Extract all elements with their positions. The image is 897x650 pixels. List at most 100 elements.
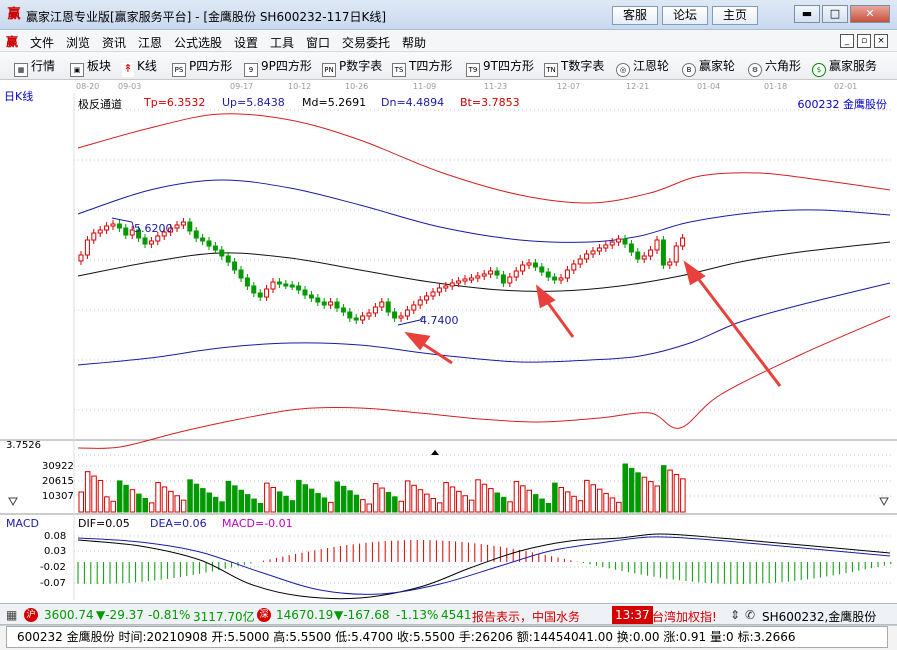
menu-gann[interactable]: 江恩 [138,34,162,51]
candle-body [520,264,526,272]
sh-index-percent: -0.81% [148,608,191,622]
menu-window[interactable]: 窗口 [306,34,330,51]
candle-body [564,269,570,279]
menu-settings[interactable]: 设置 [234,34,258,51]
candle-body [379,301,385,308]
indicator-md: Md=5.2691 [302,96,367,109]
sh-index-amount: 3117.70亿 [193,610,255,624]
toolbar-p-number-button[interactable]: PN P数字表 [322,58,382,77]
candle-body [430,291,436,297]
volume-bar [187,479,193,513]
volume-bar [84,471,91,513]
chart-area[interactable] [0,81,897,603]
volume-bar [667,469,673,513]
candle-body [187,221,193,232]
toolbar-t-number-button[interactable]: TN T数字表 [544,58,604,77]
volume-bar [296,479,302,513]
arrow-2-head [535,284,556,309]
volume-bar [283,495,289,513]
candle-body [251,285,257,294]
menu-trade[interactable]: 交易委托 [342,34,390,51]
toolbar-sector-button[interactable]: ▣ 板块 [70,58,111,77]
toolbar-quotes-button[interactable]: ▦ 行情 [14,58,55,77]
candle-body [104,225,110,231]
toolbar-9t-square-button[interactable]: T9 9T四方形 [466,58,534,77]
candle-body [654,239,660,251]
menu-file[interactable]: 文件 [30,34,54,51]
volume-bar [488,488,494,513]
volume-bar [366,503,372,513]
homepage-button[interactable]: 主页 [712,6,758,25]
volume-bar [680,478,686,513]
volume-bar [596,488,603,513]
candle-body [232,261,238,271]
volume-top-value: 3.7526 [6,440,41,451]
close-button[interactable]: ✕ [850,5,890,23]
volume-bar [622,463,628,513]
sz-index-amount: 4541.4 [441,608,471,622]
menu-help[interactable]: 帮助 [402,34,426,51]
volume-bar [193,483,200,513]
scroll-arrows-icon[interactable]: ⇕ [730,608,740,622]
date-tick: 12-21 [626,82,650,91]
hexagon-icon: ⚙ [748,63,762,77]
kline-chart[interactable] [0,81,897,603]
candle-body [404,309,410,317]
menu-browse[interactable]: 浏览 [66,34,90,51]
volume-bar [78,491,84,513]
date-tick: 11-23 [484,82,508,91]
candle-body [660,239,666,266]
candle-body [315,297,321,303]
candle-body [84,239,90,256]
volume-bar [347,490,353,513]
mdi-minimize-button[interactable]: _ [840,34,854,48]
candle-body [353,317,359,321]
volume-bar [577,500,584,513]
menu-news[interactable]: 资讯 [102,34,126,51]
candle-body [308,294,314,299]
contact-icon[interactable]: ✆ [745,608,755,622]
macd-tick: 0.03 [44,546,67,557]
mdi-restore-button[interactable]: ▫ [857,34,871,48]
macd-label: MACD [6,517,39,530]
toolbar-gann-wheel-button[interactable]: ◎ 江恩轮 [616,58,669,77]
candle-body [571,263,577,271]
mdi-close-button[interactable]: × [874,34,888,48]
forum-button[interactable]: 论坛 [662,6,708,25]
news-headline[interactable]: 台湾加权指! [652,608,717,625]
date-tick: 08-20 [76,82,100,91]
menu-formula-select[interactable]: 公式选股 [174,34,222,51]
toolbar-9p-square-button[interactable]: 9 9P四方形 [244,58,312,77]
arrow-3 [695,276,782,387]
candle-body [142,237,148,245]
winner-wheel-icon: B [682,63,696,77]
customer-service-button[interactable]: 客服 [612,6,658,25]
news-ticker[interactable]: 报告表示，中国水务 [472,608,580,625]
toolbar-kline-button[interactable]: ↟ K线 [122,58,157,77]
candle-body [539,266,545,273]
candle-body [584,253,590,260]
grid-status-icon[interactable]: ▦ [6,608,17,622]
toolbar-p-square-button[interactable]: PS P四方形 [172,58,232,77]
candle-body [590,250,596,255]
volume-bar [315,493,321,513]
candle-body [500,274,506,284]
toolbar-t-square-button[interactable]: TS T四方形 [392,58,452,77]
candle-body [225,255,231,263]
volume-bar [251,498,257,513]
maximize-button[interactable]: □ [822,5,848,23]
toolbar-winner-service-button[interactable]: $ 赢家服务 [812,58,877,77]
9t-square-icon: T9 [466,63,480,77]
toolbar-winner-wheel-button[interactable]: B 赢家轮 [682,58,735,77]
minimize-button[interactable]: ▬ [794,5,820,23]
menu-tools[interactable]: 工具 [270,34,294,51]
candle-body [392,311,398,319]
volume-bar [673,473,680,513]
candle-body [123,227,129,236]
current-stock[interactable]: SH600232,金鹰股份 [762,608,876,625]
toolbar-hexagon-button[interactable]: ⚙ 六角形 [748,58,801,77]
candle-body [360,315,366,321]
volume-bar [270,487,276,513]
volume-bar [552,482,558,513]
t-number-icon: TN [544,63,558,77]
